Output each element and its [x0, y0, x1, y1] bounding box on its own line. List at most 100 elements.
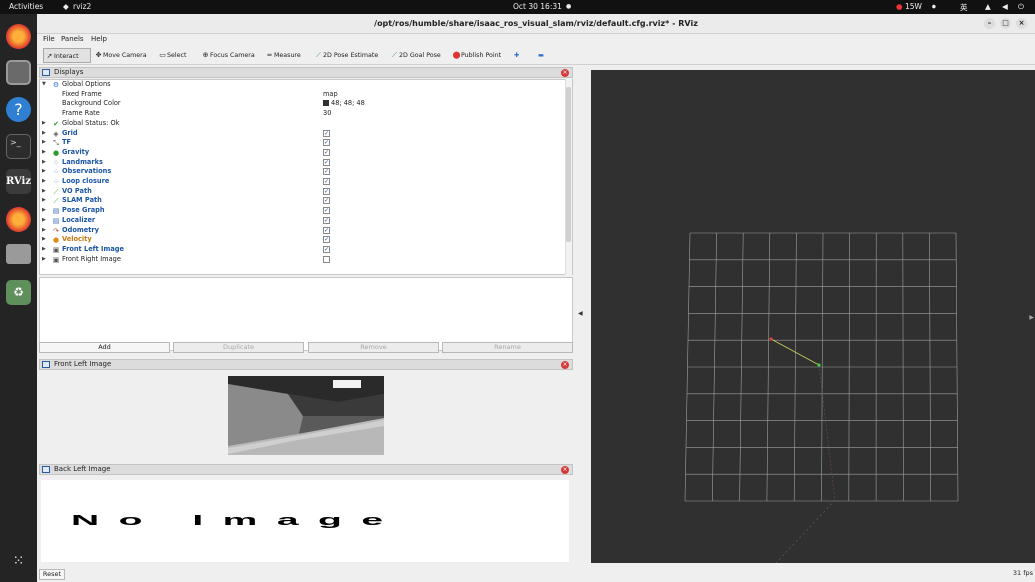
drive-launcher-icon[interactable]	[6, 244, 31, 264]
display-item-row[interactable]: ▶ ● Gravity ✓	[40, 148, 566, 158]
firefox-dev-launcher-icon[interactable]	[6, 207, 31, 232]
enable-checkbox-localizer[interactable]: ✓	[323, 216, 330, 224]
expand-arrow-icon[interactable]: ▶	[42, 187, 46, 197]
expand-arrow-icon[interactable]: ▶	[42, 216, 46, 226]
display-item-row[interactable]: ▶ ▤ Localizer ✓	[40, 216, 566, 226]
menu-help[interactable]: Help	[91, 35, 107, 43]
display-item-row[interactable]: ▶ ▣ Front Left Image ✓	[40, 245, 566, 255]
expand-arrow-icon[interactable]: ▶	[42, 235, 46, 245]
activities-button[interactable]: Activities	[9, 2, 43, 11]
close-back-left-panel-icon[interactable]: ×	[561, 466, 569, 474]
back-left-image-panel-header[interactable]: Back Left Image ×	[39, 464, 573, 475]
front-left-image-panel-header[interactable]: Front Left Image ×	[39, 359, 573, 370]
measure-tool-button[interactable]: ═ Measure	[264, 48, 300, 63]
collapse-left-dock-icon[interactable]: ◀	[578, 310, 583, 317]
fixed-frame-value[interactable]: map	[323, 90, 338, 100]
focus-camera-tool-button[interactable]: ⊕ Focus Camera	[200, 48, 255, 63]
tree-row-global-status[interactable]: ▶ ✔ Global Status: Ok	[40, 119, 566, 129]
help-launcher-icon[interactable]: ?	[6, 97, 31, 122]
maximize-icon[interactable]: □	[1000, 18, 1011, 29]
window-titlebar[interactable]: /opt/ros/humble/share/isaac_ros_visual_s…	[37, 14, 1035, 34]
tree-row-frame-rate[interactable]: Frame Rate 30	[40, 109, 566, 119]
expand-arrow-icon[interactable]: ▶	[42, 177, 46, 187]
tree-row-background-color[interactable]: Background Color 48; 48; 48	[40, 99, 566, 109]
expand-arrow-icon[interactable]: ▶	[42, 129, 46, 139]
show-apps-grid-icon[interactable]: ⁙	[6, 549, 31, 574]
weather-indicator[interactable]: 15W	[905, 2, 922, 11]
expand-arrow-icon[interactable]: ▶	[42, 226, 46, 236]
expand-arrow-icon[interactable]: ▶	[42, 245, 46, 255]
menu-file[interactable]: File	[43, 35, 55, 43]
interact-tool-button[interactable]: ➚ Interact	[43, 48, 91, 63]
display-item-row[interactable]: ▶ ↷ Odometry ✓	[40, 226, 566, 236]
display-item-row[interactable]: ▶ ◈ Grid ✓	[40, 129, 566, 139]
tree-scrollbar-thumb[interactable]	[566, 87, 571, 242]
minimize-icon[interactable]: –	[984, 18, 995, 29]
enable-checkbox-landmarks[interactable]: ✓	[323, 158, 330, 166]
microphone-icon[interactable]: ⏺	[932, 2, 936, 12]
3d-render-viewport[interactable]	[591, 70, 1035, 564]
expand-arrow-icon[interactable]: ▶	[42, 255, 46, 265]
expand-arrow-icon[interactable]: ▶	[42, 148, 46, 158]
remove-tool-icon[interactable]: ▬	[537, 48, 544, 63]
expand-arrow-icon[interactable]: ▶	[42, 138, 46, 148]
expand-arrow-icon[interactable]: ▶	[42, 119, 46, 129]
active-app-name[interactable]: rviz2	[73, 2, 91, 11]
enable-checkbox-vo-path[interactable]: ✓	[323, 187, 330, 195]
close-window-icon[interactable]: ×	[1016, 18, 1027, 29]
clock[interactable]: Oct 30 16:31	[513, 2, 562, 11]
display-item-row[interactable]: ▶ ▣ Front Right Image	[40, 255, 566, 265]
move-camera-tool-button[interactable]: ✥ Move Camera	[93, 48, 147, 63]
tree-row-fixed-frame[interactable]: Fixed Frame map	[40, 90, 566, 100]
collapse-right-dock-icon[interactable]: ▶	[1029, 314, 1034, 321]
enable-checkbox-front-right-image[interactable]	[323, 255, 330, 263]
displays-panel-header[interactable]: Displays ×	[39, 67, 573, 78]
pose-estimate-tool-button[interactable]: ⟋ 2D Pose Estimate	[313, 48, 378, 63]
expand-arrow-icon[interactable]: ▶	[42, 206, 46, 216]
firefox-launcher-icon[interactable]	[6, 24, 31, 49]
enable-checkbox-pose-graph[interactable]: ✓	[323, 207, 330, 215]
files-launcher-icon[interactable]	[6, 60, 31, 85]
rename-display-button[interactable]: Rename	[442, 342, 573, 353]
display-item-row[interactable]: ▶ ⁘ Landmarks ✓	[40, 158, 566, 168]
power-menu-icon[interactable]: ⏻	[1018, 2, 1024, 12]
enable-checkbox-loop-closure[interactable]: ✓	[323, 178, 330, 185]
enable-checkbox-gravity[interactable]: ✓	[323, 148, 330, 156]
select-tool-button[interactable]: ▭Select	[157, 48, 186, 63]
add-display-button[interactable]: Add	[39, 342, 170, 353]
remove-display-button[interactable]: Remove	[308, 342, 439, 353]
display-item-row[interactable]: ▶ ● Velocity ✓	[40, 235, 566, 245]
background-color-value[interactable]: 48; 48; 48	[323, 99, 365, 109]
duplicate-display-button[interactable]: Duplicate	[173, 342, 304, 353]
enable-checkbox-odometry[interactable]: ✓	[323, 226, 330, 234]
display-item-row[interactable]: ▶ ⟋ SLAM Path ✓	[40, 196, 566, 206]
enable-checkbox-grid[interactable]: ✓	[323, 129, 330, 137]
enable-checkbox-observations[interactable]: ✓	[323, 168, 330, 176]
input-method[interactable]: 英	[960, 2, 968, 13]
enable-checkbox-tf[interactable]: ✓	[323, 139, 330, 147]
close-front-left-panel-icon[interactable]: ×	[561, 361, 569, 369]
enable-checkbox-velocity[interactable]: ✓	[323, 236, 330, 244]
display-item-row[interactable]: ▶ ⁘ Observations ✓	[40, 167, 566, 177]
goal-pose-tool-button[interactable]: ⟋ 2D Goal Pose	[389, 48, 441, 63]
tree-row-global-options[interactable]: ▼ ⚙ Global Options	[40, 80, 566, 90]
trash-launcher-icon[interactable]: ♻	[6, 280, 31, 305]
display-item-row[interactable]: ▶ ⤡ TF ✓	[40, 138, 566, 148]
expand-arrow-icon[interactable]: ▶	[42, 158, 46, 168]
display-item-row[interactable]: ▶ ⁘ Loop closure ✓	[40, 177, 566, 187]
reset-button[interactable]: Reset	[39, 569, 65, 580]
display-item-row[interactable]: ▶ ▤ Pose Graph ✓	[40, 206, 566, 216]
expand-arrow-icon[interactable]: ▼	[42, 80, 46, 90]
terminal-launcher-icon[interactable]: >_	[6, 134, 31, 159]
expand-arrow-icon[interactable]: ▶	[42, 196, 46, 206]
menu-panels[interactable]: Panels	[61, 35, 84, 43]
network-icon[interactable]: ▲	[985, 2, 991, 11]
volume-icon[interactable]: ◀	[1002, 2, 1008, 11]
frame-rate-value[interactable]: 30	[323, 109, 331, 119]
display-item-row[interactable]: ▶ ⟋ VO Path ✓	[40, 187, 566, 197]
close-displays-panel-icon[interactable]: ×	[561, 69, 569, 77]
add-tool-icon[interactable]: ✚	[513, 48, 519, 63]
publish-point-tool-button[interactable]: ⬤Publish Point	[451, 48, 502, 63]
enable-checkbox-slam-path[interactable]: ✓	[323, 197, 330, 205]
rviz-launcher-icon[interactable]: RViz	[6, 169, 31, 194]
